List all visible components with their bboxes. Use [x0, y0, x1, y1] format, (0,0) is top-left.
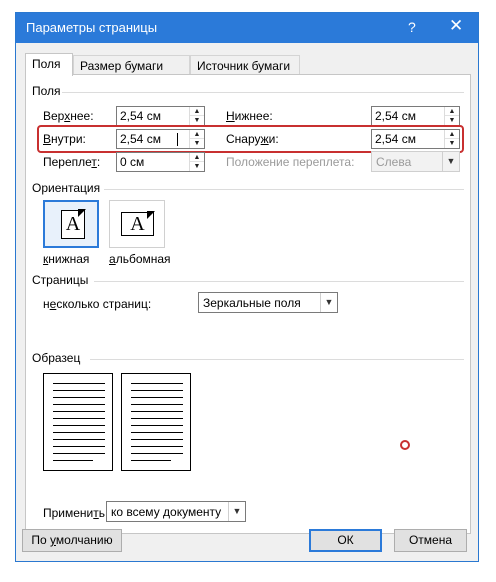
multiple-pages-label: несколько страниц:	[43, 297, 152, 311]
gutter-value[interactable]: 0 см	[120, 155, 144, 169]
tab-paper-size[interactable]: Размер бумаги	[73, 55, 190, 75]
spin-down-icon[interactable]: ▼	[190, 116, 204, 125]
section-divider	[94, 281, 464, 282]
section-divider	[104, 189, 464, 190]
spin-up-icon[interactable]: ▲	[190, 153, 204, 162]
spin-down-icon[interactable]: ▼	[445, 116, 459, 125]
highlight-annotation	[37, 125, 464, 153]
tab-paper-source[interactable]: Источник бумаги	[190, 55, 300, 75]
gutter-spinner[interactable]: 0 см ▲ ▼	[116, 152, 205, 172]
multiple-pages-dropdown[interactable]: Зеркальные поля ▼	[198, 292, 338, 313]
help-button[interactable]: ?	[408, 19, 416, 35]
section-divider	[62, 92, 464, 93]
annotation-dot	[400, 440, 410, 450]
apply-to-label: Применить:	[43, 506, 109, 520]
chevron-down-icon[interactable]: ▼	[442, 152, 459, 171]
dialog-title: Параметры страницы	[26, 20, 158, 35]
top-margin-value[interactable]: 2,54 см	[120, 109, 161, 123]
section-title-preview: Образец	[32, 351, 81, 365]
tab-margins[interactable]: Поля	[25, 53, 73, 76]
section-title-pages: Страницы	[32, 273, 89, 287]
apply-to-dropdown[interactable]: ко всему документу ▼	[106, 501, 246, 522]
multiple-pages-value: Зеркальные поля	[203, 296, 301, 310]
page-setup-dialog: Параметры страницы ? ✕ Поля Размер бумаг…	[15, 12, 479, 562]
section-title-orientation: Ориентация	[32, 181, 101, 195]
cancel-button[interactable]: Отмена	[394, 529, 467, 552]
landscape-label[interactable]: альбомная	[109, 252, 171, 266]
gutter-position-dropdown[interactable]: Слева ▼	[371, 151, 460, 172]
portrait-button[interactable]: A	[43, 200, 99, 248]
set-as-default-button[interactable]: По умолчанию	[22, 529, 122, 552]
top-margin-label: Верхнее:	[43, 109, 94, 123]
bottom-margin-spinner[interactable]: 2,54 см ▲ ▼	[371, 106, 460, 126]
portrait-page-icon: A	[61, 209, 86, 239]
title-bar: Параметры страницы ? ✕	[16, 13, 478, 43]
chevron-down-icon[interactable]: ▼	[320, 293, 337, 312]
landscape-page-icon: A	[121, 211, 155, 236]
gutter-position-label: Положение переплета:	[226, 155, 355, 169]
portrait-label[interactable]: книжная	[43, 252, 89, 266]
section-divider	[90, 359, 464, 360]
gutter-label: Переплет:	[43, 155, 101, 169]
apply-to-value: ко всему документу	[111, 505, 222, 519]
gutter-position-value: Слева	[376, 155, 412, 169]
preview-page-left	[43, 373, 113, 471]
bottom-margin-value[interactable]: 2,54 см	[375, 109, 416, 123]
top-margin-spinner[interactable]: 2,54 см ▲ ▼	[116, 106, 205, 126]
close-button[interactable]: ✕	[449, 16, 463, 36]
landscape-button[interactable]: A	[109, 200, 165, 248]
chevron-down-icon[interactable]: ▼	[228, 502, 245, 521]
bottom-margin-label: Нижнее:	[226, 109, 273, 123]
spin-down-icon[interactable]: ▼	[190, 162, 204, 171]
preview-page-right	[121, 373, 191, 471]
ok-button[interactable]: ОК	[309, 529, 382, 552]
section-title-margins: Поля	[32, 84, 61, 98]
spin-up-icon[interactable]: ▲	[445, 107, 459, 116]
spin-up-icon[interactable]: ▲	[190, 107, 204, 116]
tab-panel: Поля Верхнее: 2,54 см ▲ ▼ Нижнее: 2,54 см…	[25, 74, 471, 534]
